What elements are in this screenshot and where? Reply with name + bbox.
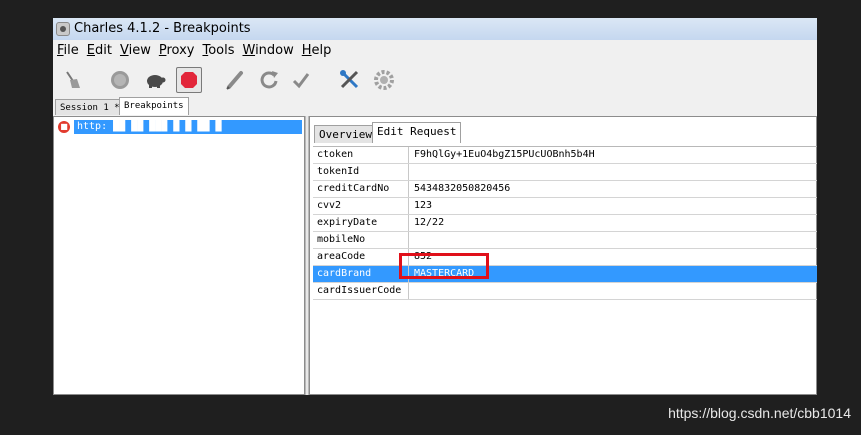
menu-file[interactable]: File <box>53 41 83 60</box>
table-row[interactable]: creditCardNo 5434832050820456 <box>313 181 817 198</box>
param-value[interactable] <box>410 164 817 180</box>
turtle-icon[interactable] <box>142 67 168 93</box>
param-value[interactable]: F9hQlGy+1EuO4bgZ15PUcUOBnh5b4H <box>410 147 817 163</box>
tab-overview[interactable]: Overview <box>314 125 377 143</box>
table-row-selected[interactable]: cardBrand MASTERCARD <box>313 266 817 283</box>
gear-icon[interactable] <box>371 67 397 93</box>
param-key: cardIssuerCode <box>313 283 409 299</box>
toolbar <box>53 63 817 97</box>
menu-view[interactable]: View <box>116 41 155 60</box>
table-row[interactable]: mobileNo <box>313 232 817 249</box>
tab-edit-request[interactable]: Edit Request <box>372 122 462 143</box>
menu-tools[interactable]: Tools <box>198 41 238 60</box>
session-tabs: Session 1 * Breakpoints <box>53 97 817 115</box>
menu-bar: File Edit View Proxy Tools Window Help <box>53 41 817 61</box>
param-key: cvv2 <box>313 198 409 214</box>
menu-window[interactable]: Window <box>238 41 297 60</box>
tree-item-url[interactable]: http: ██ ██ ███ █ █ ██ █ <box>74 120 302 134</box>
tab-breakpoints[interactable]: Breakpoints <box>119 97 189 115</box>
tree-item[interactable]: ■ http: ██ ██ ███ █ █ ██ █ <box>58 120 302 134</box>
menu-edit[interactable]: Edit <box>83 41 116 60</box>
params-table: ctoken F9hQlGy+1EuO4bgZ15PUcUOBnh5b4H tok… <box>313 146 817 300</box>
param-key: mobileNo <box>313 232 409 248</box>
charles-window: Charles 4.1.2 - Breakpoints File Edit Vi… <box>53 18 817 395</box>
param-key: expiryDate <box>313 215 409 231</box>
param-value[interactable]: 12/22 <box>410 215 817 231</box>
param-value[interactable]: 123 <box>410 198 817 214</box>
watermark: https://blog.csdn.net/cbb1014 <box>668 405 851 421</box>
table-row[interactable]: expiryDate 12/22 <box>313 215 817 232</box>
param-value[interactable] <box>410 283 817 299</box>
title-bar: Charles 4.1.2 - Breakpoints <box>53 18 817 40</box>
tab-session-1[interactable]: Session 1 * <box>55 99 125 115</box>
request-detail-panel: Overview Edit Request ctoken F9hQlGy+1EuO… <box>309 116 817 395</box>
param-key: tokenId <box>313 164 409 180</box>
menu-help[interactable]: Help <box>298 41 336 60</box>
table-row[interactable]: cardIssuerCode <box>313 283 817 300</box>
check-icon[interactable] <box>288 67 314 93</box>
table-row[interactable]: cvv2 123 <box>313 198 817 215</box>
param-key: ctoken <box>313 147 409 163</box>
broom-icon[interactable] <box>59 67 85 93</box>
table-row[interactable]: tokenId <box>313 164 817 181</box>
table-row[interactable]: areaCode 852 <box>313 249 817 266</box>
tools-icon[interactable] <box>337 67 363 93</box>
breakpoint-stop-icon: ■ <box>58 121 70 133</box>
annotation-highlight-box <box>399 253 489 279</box>
param-key: cardBrand <box>313 266 409 282</box>
param-key: areaCode <box>313 249 409 265</box>
param-value[interactable] <box>410 232 817 248</box>
record-stop-icon[interactable] <box>176 67 202 93</box>
pen-icon[interactable] <box>222 67 248 93</box>
charles-app-icon <box>56 22 70 36</box>
param-value[interactable]: 5434832050820456 <box>410 181 817 197</box>
param-key: creditCardNo <box>313 181 409 197</box>
window-title: Charles 4.1.2 - Breakpoints <box>74 21 251 36</box>
redacted-url-blocks: ██ ██ ███ █ █ ██ █ <box>107 121 222 132</box>
menu-proxy[interactable]: Proxy <box>155 41 199 60</box>
refresh-icon[interactable] <box>256 67 282 93</box>
table-row[interactable]: ctoken F9hQlGy+1EuO4bgZ15PUcUOBnh5b4H <box>313 147 817 164</box>
stop-circle-icon[interactable] <box>107 67 133 93</box>
request-tree-panel: ■ http: ██ ██ ███ █ █ ██ █ <box>53 116 305 395</box>
